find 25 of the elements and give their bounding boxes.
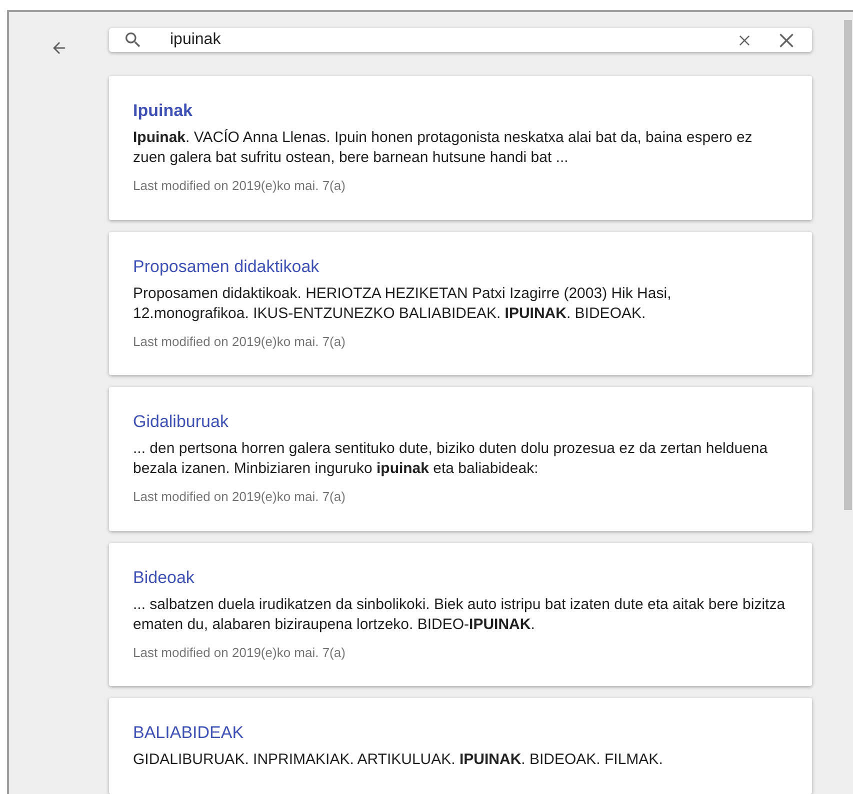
- result-card[interactable]: [109, 542, 812, 686]
- result-title[interactable]: Ipuinak: [133, 100, 788, 122]
- result-title[interactable]: Gidaliburuak: [133, 411, 788, 433]
- modified-date: Last modified on 2019(e)ko mai. 7(a): [133, 177, 346, 195]
- close-icon: [778, 32, 794, 48]
- result-title[interactable]: Proposamen didaktikoak: [133, 256, 788, 278]
- search-bar[interactable]: ipuinak: [109, 28, 812, 52]
- result-title[interactable]: Bideoak: [133, 566, 788, 588]
- result-snippet: Proposamen didaktikoak. HERIOTZA HEZIKETAN Patxi Izagirre (2003) Hik Hasi, 12.monografikoa. IKUS-ENTZUNEZKO BALIABIDEAK. IPUINAK. BIDEOAK.: [133, 284, 672, 324]
- search-input[interactable]: ipuinak: [170, 28, 732, 52]
- result-card[interactable]: Proposamen didaktikoak Proposamen didaktikoak. HERIOTZA HEZIKETAN Patxi Izagirre (2003) Hik Hasi, 12.monografikoa. IKUS-ENTZUNEZKO BALIABIDEAK. IPUINAK. BIDEOAK. Last modified on 2019(e)ko mai. 7(a): [109, 232, 812, 375]
- clear-icon: [738, 34, 750, 46]
- search-icon: [123, 30, 143, 50]
- result-snippet: ... salbatzen duela irudikatzen da sinbolikoki. Biek auto istripu bat izaten dute eta aitak bere bizitza ematen du, alabaren biziraupena lortzeko. BIDEO-IPUINAK.: [133, 594, 786, 634]
- modified-date: Last modified on 2019(e)ko mai. 7(a): [133, 332, 346, 351]
- result-title[interactable]: BALIABIDEAK: [133, 722, 788, 744]
- scrollbar[interactable]: [844, 20, 852, 510]
- result-card[interactable]: BALIABIDEAK GIDALIBURUAK. INPRIMAKIAK. ARTIKULUAK. IPUINAK. BIDEOAK. FILMAK.: [109, 698, 812, 794]
- modified-date: Last modified on 2019(e)ko mai. 7(a): [133, 644, 346, 662]
- result-card[interactable]: [109, 76, 812, 220]
- result-snippet: Ipuinak. VACÍO Anna Llenas. Ipuin honen protagonista neskatxa alai bat da, baina espero ez zuen galera bat sufritu ostean, bere barnean hutsune handi bat ...: [133, 128, 754, 168]
- result-snippet: ... den pertsona horren galera sentituko dute, biziko duten dolu prozesua ez da zertan helduena bezala izanen. Minbiziaren inguruko ipuinak eta baliabideak:: [133, 439, 769, 479]
- result-snippet: GIDALIBURUAK. INPRIMAKIAK. ARTIKULUAK. IPUINAK. BIDEOAK. FILMAK.: [133, 750, 664, 770]
- modified-date: Last modified on 2019(e)ko mai. 7(a): [133, 488, 346, 506]
- result-card[interactable]: [109, 387, 812, 530]
